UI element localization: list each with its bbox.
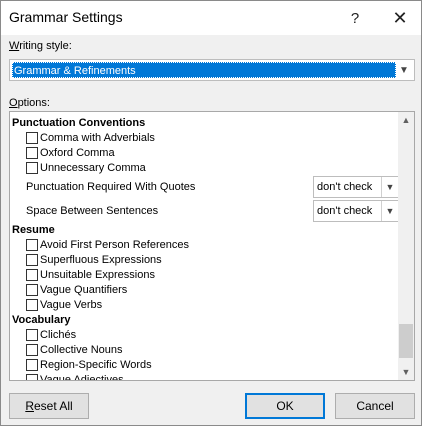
ok-button[interactable]: OK	[245, 393, 325, 419]
punctuation-quotes-select[interactable]: don't check ▼	[313, 176, 399, 198]
checkbox[interactable]	[26, 299, 38, 311]
writing-style-selected-value: Grammar & Refinements	[12, 62, 396, 78]
scroll-down-icon[interactable]: ▼	[398, 364, 414, 380]
grammar-settings-dialog: Grammar Settings ? ✕ Writing style: Gram…	[0, 0, 422, 426]
options-label: Options:	[9, 97, 50, 109]
checkbox[interactable]	[26, 269, 38, 281]
checkbox[interactable]	[26, 254, 38, 266]
chevron-down-icon[interactable]: ▼	[381, 201, 398, 221]
checkbox[interactable]	[26, 329, 38, 341]
close-icon[interactable]: ✕	[386, 7, 414, 29]
reset-all-button[interactable]: Reset All	[9, 393, 89, 419]
title-bar: Grammar Settings ? ✕	[1, 1, 421, 35]
checkbox[interactable]	[26, 162, 38, 174]
cancel-button[interactable]: Cancel	[335, 393, 415, 419]
punctuation-quotes-value: don't check	[317, 181, 373, 193]
chevron-down-icon[interactable]: ▼	[381, 177, 398, 197]
checkbox[interactable]	[26, 239, 38, 251]
checkbox[interactable]	[26, 132, 38, 144]
checkbox[interactable]	[26, 374, 38, 380]
checkbox[interactable]	[26, 344, 38, 356]
chevron-down-icon[interactable]: ▼	[394, 60, 414, 80]
section-resume: Resume	[12, 224, 55, 236]
space-between-sentences-value: don't check	[317, 205, 373, 217]
dialog-footer: Reset All OK Cancel	[1, 385, 421, 425]
checkbox[interactable]	[26, 284, 38, 296]
scrollbar-thumb[interactable]	[399, 324, 413, 358]
writing-style-label: Writing style:	[9, 40, 72, 52]
help-icon[interactable]: ?	[341, 7, 369, 29]
window-title: Grammar Settings	[9, 9, 123, 25]
section-vocabulary: Vocabulary	[12, 314, 71, 326]
space-between-sentences-select[interactable]: don't check ▼	[313, 200, 399, 222]
scroll-up-icon[interactable]: ▲	[398, 112, 414, 128]
writing-style-select[interactable]: Grammar & Refinements ▼	[9, 59, 415, 81]
checkbox[interactable]	[26, 147, 38, 159]
checkbox[interactable]	[26, 359, 38, 371]
options-list[interactable]: Punctuation Conventions Comma with Adver…	[9, 111, 415, 381]
space-between-sentences-label: Space Between Sentences	[26, 205, 159, 217]
vertical-scrollbar[interactable]: ▲ ▼	[398, 112, 414, 380]
punctuation-quotes-label: Punctuation Required With Quotes	[26, 181, 196, 193]
section-punctuation-conventions: Punctuation Conventions	[12, 117, 146, 129]
